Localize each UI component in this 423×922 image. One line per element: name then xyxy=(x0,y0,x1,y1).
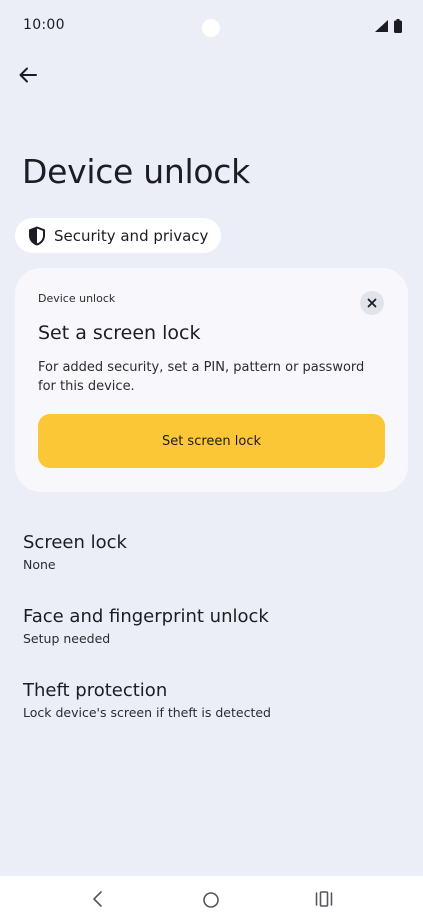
setting-subtitle: Lock device's screen if theft is detecte… xyxy=(23,705,271,720)
card-close-button[interactable] xyxy=(360,291,384,315)
setting-title: Theft protection xyxy=(23,680,168,701)
setting-subtitle: Setup needed xyxy=(23,631,111,646)
signal-icon xyxy=(375,20,388,32)
setting-title: Screen lock xyxy=(23,532,127,553)
nav-back-icon[interactable] xyxy=(88,889,106,909)
battery-icon xyxy=(394,19,402,33)
setting-subtitle: None xyxy=(23,557,56,572)
setting-title: Face and fingerprint unlock xyxy=(23,606,269,627)
card-description: For added security, set a PIN, pattern o… xyxy=(38,360,365,394)
screen-lock-card: Device unlock Set a screen lock For adde… xyxy=(15,268,408,492)
breadcrumb-label: Security and privacy xyxy=(54,226,209,245)
shield-icon xyxy=(29,226,45,245)
setting-theft-protection[interactable]: Theft protection Lock device's screen if… xyxy=(23,680,403,720)
breadcrumb[interactable]: Security and privacy xyxy=(15,218,222,253)
close-icon xyxy=(367,298,377,308)
card-eyebrow: Device unlock xyxy=(38,292,116,305)
front-camera xyxy=(202,19,220,37)
setting-screen-lock[interactable]: Screen lock None xyxy=(23,532,403,572)
back-button[interactable] xyxy=(12,60,44,90)
set-screen-lock-button[interactable]: Set screen lock xyxy=(38,414,385,468)
nav-recents-icon[interactable] xyxy=(315,891,333,907)
status-time: 10:00 xyxy=(23,17,65,33)
screen: 10:00 Device unlock Security and privacy… xyxy=(0,0,423,922)
status-bar: 10:00 xyxy=(0,0,423,52)
card-title: Set a screen lock xyxy=(38,322,201,344)
page-title: Device unlock xyxy=(22,152,250,191)
nav-home-icon[interactable] xyxy=(202,891,220,909)
setting-face-fingerprint-unlock[interactable]: Face and fingerprint unlock Setup needed xyxy=(23,606,403,646)
arrow-left-icon xyxy=(19,67,37,83)
system-nav-bar xyxy=(0,876,423,922)
